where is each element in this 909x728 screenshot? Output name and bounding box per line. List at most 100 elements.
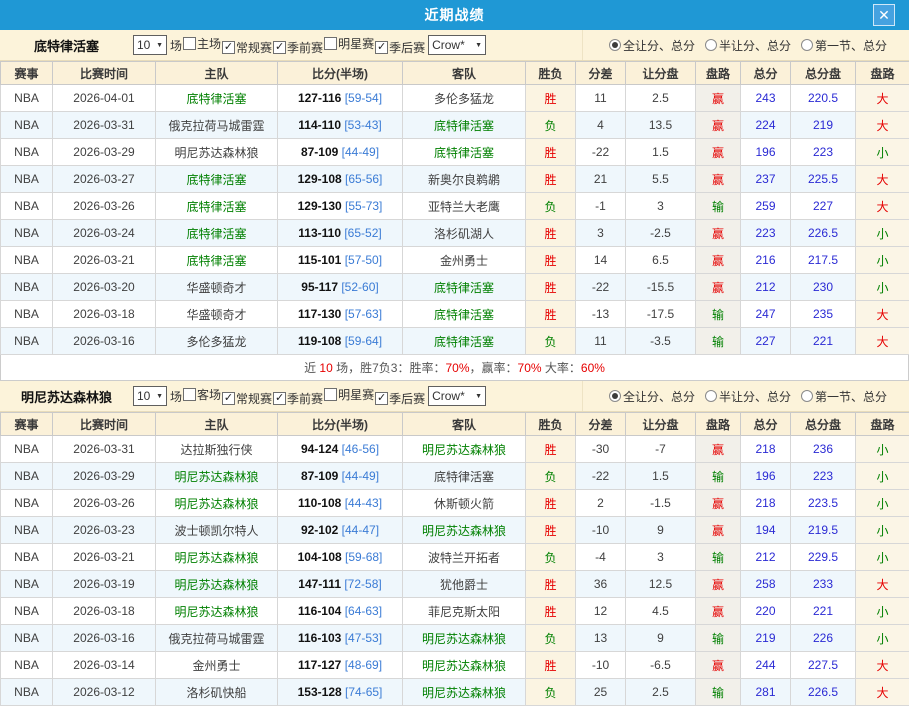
column-header: 分差 bbox=[576, 62, 626, 85]
checkbox-checked-icon[interactable]: ✓ bbox=[222, 392, 235, 405]
date-cell: 2026-03-19 bbox=[53, 571, 156, 598]
column-header: 总分盘 bbox=[791, 62, 856, 85]
titlebar: 近期战绩 ✕ bbox=[0, 0, 909, 30]
table-row: NBA2026-03-14金州勇士117-127 [48-69]明尼苏达森林狼胜… bbox=[1, 652, 909, 679]
column-header: 盘路 bbox=[856, 413, 909, 436]
checkbox-unchecked-icon[interactable] bbox=[183, 37, 196, 50]
date-cell: 2026-03-12 bbox=[53, 679, 156, 706]
point-diff-cell: -1 bbox=[576, 193, 626, 220]
radio-unselected-icon[interactable] bbox=[801, 390, 813, 402]
total-points-cell: 212 bbox=[741, 274, 791, 301]
score-cell: 110-108 [44-43] bbox=[278, 490, 403, 517]
checkbox-unchecked-icon[interactable] bbox=[324, 37, 337, 50]
handicap-line-cell: 9 bbox=[626, 625, 696, 652]
home-team-cell: 洛杉矶快船 bbox=[156, 679, 278, 706]
checkbox-unchecked-icon[interactable] bbox=[183, 388, 196, 401]
column-header: 总分 bbox=[741, 413, 791, 436]
score-cell: 104-108 [59-68] bbox=[278, 544, 403, 571]
table-row: NBA2026-03-16俄克拉荷马城雷霆116-103 [47-53]明尼苏达… bbox=[1, 625, 909, 652]
handicap-line-cell: 1.5 bbox=[626, 139, 696, 166]
win-loss-cell: 负 bbox=[526, 193, 576, 220]
column-header: 主队 bbox=[156, 62, 278, 85]
league-cell: NBA bbox=[1, 247, 53, 274]
checkbox-checked-icon[interactable]: ✓ bbox=[273, 392, 286, 405]
column-header: 比分(半场) bbox=[278, 62, 403, 85]
league-cell: NBA bbox=[1, 490, 53, 517]
handicap-result-cell: 赢 bbox=[696, 85, 741, 112]
radio-unselected-icon[interactable] bbox=[705, 390, 717, 402]
filter-checkbox-item: ✓常规赛 bbox=[222, 390, 273, 407]
filter-bar: 明尼苏达森林狼 10 ▼ 场 客场✓常规赛✓季前赛明星赛✓季后赛 Crow* ▼… bbox=[0, 381, 909, 412]
checkbox-label: 主场 bbox=[197, 35, 221, 52]
column-header: 盘路 bbox=[856, 62, 909, 85]
table-row: NBA2026-03-27底特律活塞129-108 [65-56]新奥尔良鹈鹕胜… bbox=[1, 166, 909, 193]
radio-unselected-icon[interactable] bbox=[801, 39, 813, 51]
radio-group: 全让分、总分半让分、总分第一节、总分 bbox=[582, 381, 909, 411]
table-row: NBA2026-03-21明尼苏达森林狼104-108 [59-68]波特兰开拓… bbox=[1, 544, 909, 571]
score-cell: 117-127 [48-69] bbox=[278, 652, 403, 679]
total-points-cell: 219 bbox=[741, 625, 791, 652]
win-loss-cell: 胜 bbox=[526, 220, 576, 247]
checkbox-label: 常规赛 bbox=[236, 390, 272, 407]
checkbox-unchecked-icon[interactable] bbox=[324, 388, 337, 401]
handicap-result-cell: 赢 bbox=[696, 247, 741, 274]
league-cell: NBA bbox=[1, 652, 53, 679]
handicap-line-cell: 2.5 bbox=[626, 85, 696, 112]
table-header-row: 赛事比赛时间主队比分(半场)客队胜负分差让分盘盘路总分总分盘盘路 bbox=[1, 62, 909, 85]
final-score: 119-108 bbox=[298, 334, 341, 348]
final-score: 94-124 bbox=[301, 442, 338, 456]
checkbox-checked-icon[interactable]: ✓ bbox=[222, 41, 235, 54]
column-header: 客队 bbox=[403, 413, 526, 436]
over-under-cell: 大 bbox=[856, 328, 909, 355]
over-under-cell: 小 bbox=[856, 247, 909, 274]
games-count-select[interactable]: 10 ▼ bbox=[133, 386, 167, 406]
total-points-cell: 258 bbox=[741, 571, 791, 598]
handicap-result-cell: 输 bbox=[696, 193, 741, 220]
win-loss-cell: 胜 bbox=[526, 571, 576, 598]
close-icon: ✕ bbox=[878, 8, 890, 22]
total-line-cell: 227.5 bbox=[791, 652, 856, 679]
point-diff-cell: -22 bbox=[576, 139, 626, 166]
total-line-cell: 227 bbox=[791, 193, 856, 220]
radio-selected-icon[interactable] bbox=[609, 390, 621, 402]
chevron-down-icon: ▼ bbox=[156, 42, 163, 49]
table-row: NBA2026-03-18明尼苏达森林狼116-104 [64-63]菲尼克斯太… bbox=[1, 598, 909, 625]
win-loss-cell: 胜 bbox=[526, 517, 576, 544]
point-diff-cell: 12 bbox=[576, 598, 626, 625]
games-unit-label: 场 bbox=[170, 388, 182, 405]
results-table: 赛事比赛时间主队比分(半场)客队胜负分差让分盘盘路总分总分盘盘路 NBA2026… bbox=[0, 61, 909, 355]
total-line-cell: 219 bbox=[791, 112, 856, 139]
away-team-cell: 明尼苏达森林狼 bbox=[403, 652, 526, 679]
handicap-line-cell: -15.5 bbox=[626, 274, 696, 301]
league-cell: NBA bbox=[1, 598, 53, 625]
games-count-select[interactable]: 10 ▼ bbox=[133, 35, 167, 55]
checkbox-checked-icon[interactable]: ✓ bbox=[375, 41, 388, 54]
odds-source-select[interactable]: Crow* ▼ bbox=[428, 386, 486, 406]
league-cell: NBA bbox=[1, 625, 53, 652]
radio-selected-icon[interactable] bbox=[609, 39, 621, 51]
total-points-cell: 196 bbox=[741, 139, 791, 166]
checkbox-label: 季前赛 bbox=[287, 390, 323, 407]
over-under-cell: 大 bbox=[856, 652, 909, 679]
half-score: [59-64] bbox=[345, 334, 382, 348]
win-loss-cell: 胜 bbox=[526, 247, 576, 274]
date-cell: 2026-03-26 bbox=[53, 193, 156, 220]
away-team-cell: 金州勇士 bbox=[403, 247, 526, 274]
date-cell: 2026-03-18 bbox=[53, 301, 156, 328]
away-team-cell: 菲尼克斯太阳 bbox=[403, 598, 526, 625]
over-under-cell: 小 bbox=[856, 517, 909, 544]
total-line-cell: 229.5 bbox=[791, 544, 856, 571]
final-score: 116-104 bbox=[298, 604, 341, 618]
half-score: [65-52] bbox=[344, 226, 381, 240]
final-score: 104-108 bbox=[298, 550, 342, 564]
close-button[interactable]: ✕ bbox=[873, 4, 895, 26]
checkbox-checked-icon[interactable]: ✓ bbox=[273, 41, 286, 54]
home-team-cell: 明尼苏达森林狼 bbox=[156, 463, 278, 490]
radio-group: 全让分、总分半让分、总分第一节、总分 bbox=[582, 30, 909, 60]
total-line-cell: 233 bbox=[791, 571, 856, 598]
total-line-cell: 221 bbox=[791, 328, 856, 355]
checkbox-checked-icon[interactable]: ✓ bbox=[375, 392, 388, 405]
final-score: 113-110 bbox=[298, 226, 341, 240]
radio-unselected-icon[interactable] bbox=[705, 39, 717, 51]
odds-source-select[interactable]: Crow* ▼ bbox=[428, 35, 486, 55]
